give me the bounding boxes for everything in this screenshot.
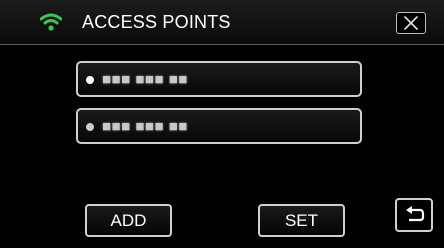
access-point-name: ■■■ ■■■ ■■ — [102, 118, 188, 135]
set-button[interactable]: SET — [258, 204, 345, 237]
close-button[interactable] — [396, 12, 426, 34]
access-point-item[interactable]: ■■■ ■■■ ■■ — [76, 108, 362, 144]
access-point-item[interactable]: ■■■ ■■■ ■■ — [76, 61, 362, 97]
access-points-screen: ACCESS POINTS ■■■ ■■■ ■■ ■■■ ■■■ ■■ ADD … — [0, 0, 444, 248]
page-title: ACCESS POINTS — [82, 12, 231, 32]
unselected-indicator — [86, 123, 94, 131]
wifi-icon — [39, 12, 63, 32]
header-bar: ACCESS POINTS — [0, 0, 444, 45]
selected-indicator — [86, 76, 94, 84]
access-point-name: ■■■ ■■■ ■■ — [102, 71, 188, 88]
back-button[interactable] — [395, 198, 433, 232]
add-button[interactable]: ADD — [85, 204, 172, 237]
